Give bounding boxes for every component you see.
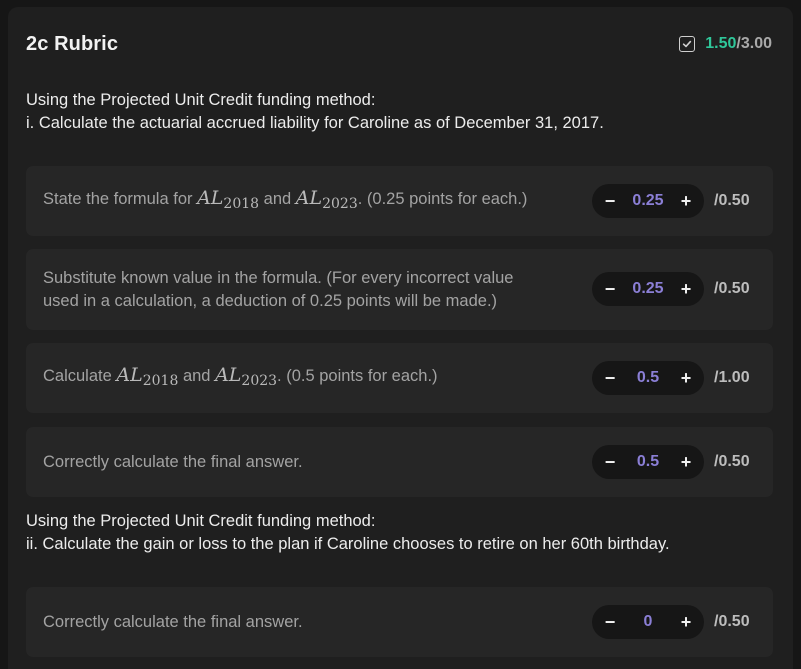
criterion-text-line: Correctly calculate the final answer. [43,612,303,631]
question-ii: Using the Projected Unit Credit funding … [26,510,670,556]
question-prompt: i. Calculate the actuarial accrued liabi… [26,114,604,132]
points-value[interactable]: 0.5 [626,369,670,387]
criterion-text-part: . (0.25 points for each.) [357,189,528,208]
math-symbol: AL [295,186,323,209]
math-al-2023: AL2023 [215,363,278,389]
decrement-button[interactable]: − [602,279,618,299]
math-al-2023: AL2023 [295,186,358,212]
math-al-2018: AL2018 [197,186,260,212]
decrement-button[interactable]: − [602,452,618,472]
math-symbol: AL [116,363,143,386]
rubric-panel: 2c Rubric 1.50/3.00 Using the Projected … [8,7,793,669]
rubric-header: 2c Rubric 1.50/3.00 [26,31,772,57]
increment-button[interactable]: + [678,452,694,472]
criterion-calculate: Calculate AL2018 and AL2023. (0.5 points… [26,343,773,413]
criterion-text-part: Calculate [43,366,117,385]
criterion-text: Calculate AL2018 and AL2023. (0.5 points… [43,343,563,413]
criterion-final-answer-ii: Correctly calculate the final answer. − … [26,587,773,657]
max-points: /1.00 [714,369,750,386]
criterion-final-answer: Correctly calculate the final answer. − … [26,427,773,497]
question-intro: Using the Projected Unit Credit funding … [26,512,376,530]
criterion-text-line: Substitute known value in the formula. (… [43,268,514,287]
score-earned: 1.50 [705,35,737,52]
increment-button[interactable]: + [678,191,694,211]
increment-button[interactable]: + [678,612,694,632]
points-stepper: − 0.5 + [592,361,704,395]
criterion-text-part: State the formula for [43,189,198,208]
decrement-button[interactable]: − [602,612,618,632]
max-points: /0.50 [714,613,750,630]
criterion-substitute: Substitute known value in the formula. (… [26,249,773,330]
math-symbol: AL [215,363,242,386]
question-i: Using the Projected Unit Credit funding … [26,89,604,135]
criterion-text: Correctly calculate the final answer. [43,587,563,657]
criterion-text: Substitute known value in the formula. (… [43,249,563,330]
criterion-text-part: and [178,366,216,385]
criterion-text: State the formula for AL2018 and AL2023.… [43,166,563,236]
points-value[interactable]: 0 [626,613,670,631]
increment-button[interactable]: + [678,279,694,299]
points-stepper: − 0.25 + [592,184,704,218]
decrement-button[interactable]: − [602,368,618,388]
math-subscript: 2018 [223,195,260,212]
points-value[interactable]: 0.5 [626,453,670,471]
score-total: 3.00 [740,35,772,52]
rubric-title: 2c Rubric [26,32,119,55]
criterion-text-line: Correctly calculate the final answer. [43,452,303,471]
math-subscript: 2023 [241,372,278,389]
criterion-text: Correctly calculate the final answer. [43,427,563,497]
decrement-button[interactable]: − [602,191,618,211]
math-al-2018: AL2018 [116,363,179,389]
max-points: /0.50 [714,280,750,297]
question-intro: Using the Projected Unit Credit funding … [26,91,376,109]
checkbox-checked-icon [679,36,696,52]
max-points: /0.50 [714,192,750,209]
points-stepper: − 0.25 + [592,272,704,306]
criterion-text-part: . (0.5 points for each.) [277,366,438,385]
criterion-formula: State the formula for AL2018 and AL2023.… [26,166,773,236]
increment-button[interactable]: + [678,368,694,388]
question-prompt: ii. Calculate the gain or loss to the pl… [26,535,670,553]
criterion-text-part: and [259,189,296,208]
points-stepper: − 0 + [592,605,704,639]
criterion-text-line: used in a calculation, a deduction of 0.… [43,291,498,310]
points-value[interactable]: 0.25 [626,192,670,210]
math-subscript: 2018 [142,372,179,389]
max-points: /0.50 [714,453,750,470]
score-summary: 1.50/3.00 [679,35,772,53]
points-value[interactable]: 0.25 [626,280,670,298]
math-symbol: AL [197,186,224,209]
points-stepper: − 0.5 + [592,445,704,479]
math-subscript: 2023 [322,195,358,212]
